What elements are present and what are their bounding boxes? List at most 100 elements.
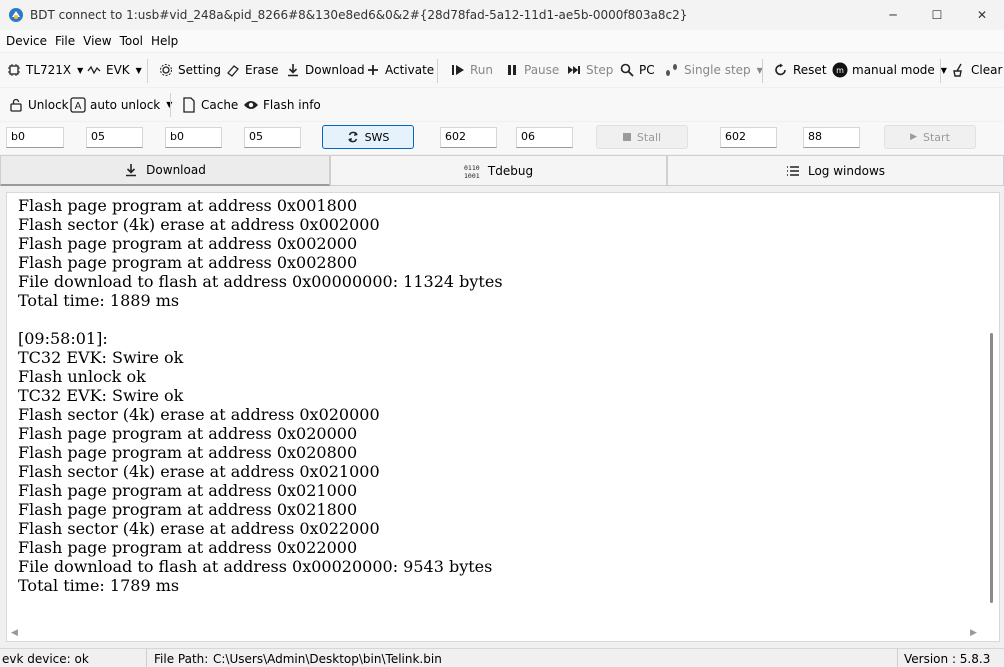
pc-label: PC (639, 63, 655, 77)
toolbar-divider (147, 59, 148, 83)
svg-text:A: A (75, 101, 82, 112)
tab-log-windows[interactable]: Log windows (667, 155, 1004, 186)
auto-lock-icon: A (70, 96, 86, 113)
log-line: Flash page program at address 0x002800 (18, 253, 358, 272)
log-line: Flash unlock ok (18, 367, 146, 386)
menu-help[interactable]: Help (151, 34, 178, 48)
menu-device[interactable]: Device (6, 34, 47, 48)
title-bar: BDT connect to 1:usb#vid_248a&pid_8266#8… (0, 0, 1004, 30)
download-icon (285, 62, 301, 78)
param-input-4[interactable]: 05 (244, 127, 301, 148)
gear-icon (158, 62, 174, 78)
run-button[interactable]: Run (450, 53, 493, 87)
menu-view[interactable]: View (83, 34, 111, 48)
main-toolbar: TL721X ▼ EVK ▼ Setting Erase Download Ac… (0, 53, 1004, 87)
tab-download-label: Download (146, 163, 206, 177)
evk-select[interactable]: EVK ▼ (86, 53, 142, 87)
flash-info-label: Flash info (263, 97, 321, 112)
chip-select[interactable]: TL721X ▼ (6, 53, 83, 87)
reset-button[interactable]: Reset (773, 53, 827, 87)
clear-button[interactable]: Clear (951, 53, 1002, 87)
maximize-button[interactable]: ☐ (914, 0, 960, 30)
window-title: BDT connect to 1:usb#vid_248a&pid_8266#8… (30, 8, 688, 22)
status-divider (897, 649, 898, 667)
unlock-label: Unlock (28, 97, 69, 112)
download-button[interactable]: Download (285, 53, 365, 87)
param-input-1[interactable]: b0 (6, 127, 64, 148)
pc-button[interactable]: PC (619, 53, 655, 87)
start-label: Start (923, 130, 950, 144)
unlock-button[interactable]: Unlock (8, 88, 69, 121)
param-input-3[interactable]: b0 (165, 127, 222, 148)
reset-icon (773, 62, 789, 78)
erase-button[interactable]: Erase (225, 53, 279, 87)
step-label: Step (586, 63, 614, 77)
scroll-right-icon[interactable]: ▶ (970, 628, 977, 638)
auto-unlock-label: auto unlock (90, 97, 161, 112)
menu-bar: Device File View Tool Help (0, 30, 1004, 52)
cache-button[interactable]: Cache (181, 88, 238, 121)
unlock-icon (8, 97, 24, 113)
stop-icon (622, 133, 631, 141)
vertical-scrollbar-thumb[interactable] (990, 333, 993, 603)
status-divider (146, 649, 147, 667)
status-bar: evk device: ok File Path: C:\Users\Admin… (0, 648, 1004, 667)
setting-button[interactable]: Setting (158, 53, 221, 87)
auto-unlock-select[interactable]: A auto unlock ▼ (70, 88, 172, 121)
eraser-icon (225, 62, 241, 78)
log-line: Flash page program at address 0x002000 (18, 234, 358, 253)
sws-button[interactable]: SWS (322, 125, 414, 149)
activate-button[interactable]: Activate (365, 53, 434, 87)
tab-download[interactable]: Download (0, 155, 330, 186)
svg-text:m: m (836, 66, 844, 75)
tab-tdebug[interactable]: 0110 1001 Tdebug (330, 155, 667, 186)
single-step-select[interactable]: Single step ▼ (664, 53, 763, 87)
log-output-panel[interactable]: Flash page program at address 0x001800 Fl… (6, 192, 1000, 642)
erase-label: Erase (245, 63, 279, 77)
tab-tdebug-label: Tdebug (487, 163, 534, 178)
sws-label: SWS (364, 130, 390, 144)
plus-icon (365, 62, 381, 78)
param-input-6[interactable]: 06 (516, 127, 573, 148)
log-line: Flash sector (4k) erase at address 0x022… (18, 519, 380, 538)
step-button[interactable]: Step (566, 53, 613, 87)
chevron-down-icon: ▼ (135, 65, 142, 75)
download-icon (124, 163, 138, 177)
download-label: Download (305, 63, 365, 77)
param-input-2[interactable]: 05 (86, 127, 143, 148)
binary-icon: 0110 1001 (464, 163, 480, 179)
log-line: Total time: 1789 ms (18, 576, 180, 595)
file-path-value: C:\Users\Admin\Desktop\bin\Telink.bin (213, 652, 442, 666)
clear-label: Clear (971, 63, 1003, 77)
start-button[interactable]: ▶ Start (884, 125, 976, 149)
chip-icon (6, 62, 22, 78)
log-line: Flash page program at address 0x020000 (18, 424, 358, 443)
single-step-label: Single step (684, 63, 751, 77)
mode-select[interactable]: m manual mode ▼ (832, 53, 947, 87)
param-input-8[interactable]: 88 (803, 127, 860, 148)
mode-icon: m (832, 62, 848, 78)
scroll-left-icon[interactable]: ◀ (11, 628, 18, 638)
flash-info-button[interactable]: Flash info (243, 88, 321, 121)
stall-button[interactable]: Stall (596, 125, 688, 149)
run-label: Run (470, 63, 494, 77)
menu-tool[interactable]: Tool (120, 34, 143, 48)
toolbar-divider (170, 93, 171, 117)
waveform-icon (86, 62, 102, 78)
broom-icon (951, 62, 967, 78)
horizontal-scrollbar[interactable]: ◀ ▶ (7, 627, 987, 641)
svg-text:0110: 0110 (464, 164, 480, 172)
parameter-row: b0 05 b0 05 SWS 602 06 Stall 602 88 ▶ St… (0, 122, 1004, 154)
menu-file[interactable]: File (55, 34, 75, 48)
param-input-7[interactable]: 602 (720, 127, 777, 148)
minimize-button[interactable]: ─ (870, 0, 916, 30)
chevron-down-icon: ▼ (940, 65, 947, 75)
vertical-scrollbar[interactable] (985, 193, 999, 629)
log-line: Flash page program at address 0x021000 (18, 481, 358, 500)
app-logo-icon (9, 8, 23, 22)
log-line: TC32 EVK: Swire ok (18, 386, 184, 405)
log-line: Flash page program at address 0x021800 (18, 500, 358, 519)
pause-button[interactable]: Pause (504, 53, 559, 87)
close-button[interactable]: ✕ (959, 0, 1004, 30)
param-input-5[interactable]: 602 (440, 127, 497, 148)
